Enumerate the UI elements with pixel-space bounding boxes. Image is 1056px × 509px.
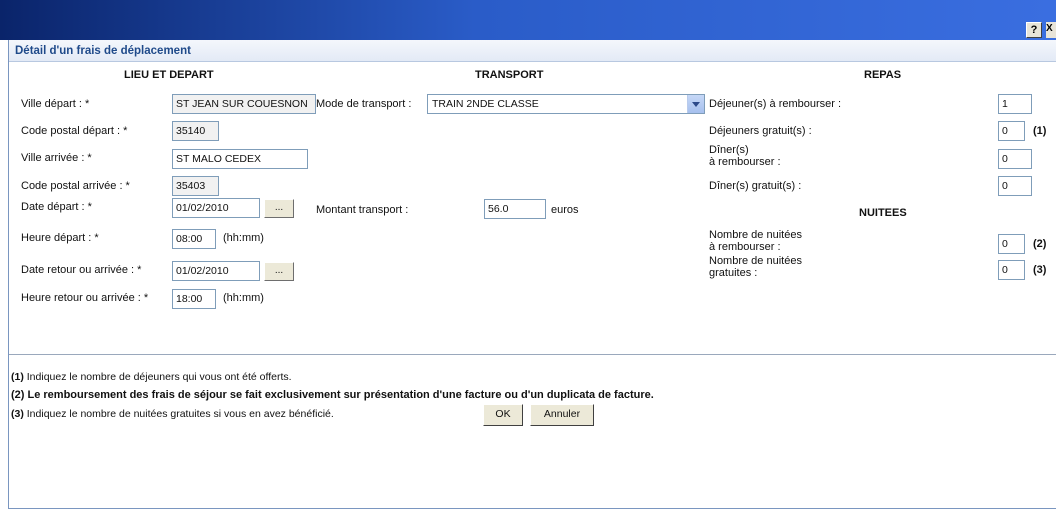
mode-transport-select[interactable]: TRAIN 2NDE CLASSE bbox=[427, 94, 705, 114]
cp-depart-field[interactable]: 35140 bbox=[172, 121, 219, 141]
ok-button[interactable]: OK bbox=[483, 404, 523, 426]
footnote-1: (1) Indiquez le nombre de déjeuners qui … bbox=[11, 371, 292, 383]
nuitees-gratuites-label-1: Nombre de nuitées bbox=[709, 255, 802, 267]
diner-rembourser-label-1: Dîner(s) bbox=[709, 144, 749, 156]
nuitees-gratuites-field[interactable]: 0 bbox=[998, 260, 1025, 280]
dej-gratuits-label: Déjeuners gratuit(s) : bbox=[709, 125, 812, 137]
ville-depart-label: Ville départ : * bbox=[21, 98, 90, 110]
diner-rembourser-field[interactable]: 0 bbox=[998, 149, 1032, 169]
ville-arrivee-field[interactable]: ST MALO CEDEX bbox=[172, 149, 308, 169]
main-form: LIEU ET DEPART TRANSPORT REPAS Ville dép… bbox=[9, 62, 1056, 384]
footnote-1-text: Indiquez le nombre de déjeuners qui vous… bbox=[23, 371, 292, 383]
expense-detail-panel: Détail d'un frais de déplacement LIEU ET… bbox=[8, 40, 1056, 509]
date-depart-picker-button[interactable]: ... bbox=[264, 199, 294, 218]
nuitees-gratuites-label-2: gratuites : bbox=[709, 267, 758, 279]
montant-transport-label: Montant transport : bbox=[316, 204, 409, 216]
heure-retour-label: Heure retour ou arrivée : * bbox=[21, 292, 149, 304]
diner-rembourser-label-2: à rembourser : bbox=[709, 156, 781, 168]
montant-transport-unit: euros bbox=[551, 204, 579, 216]
section-repas: REPAS bbox=[864, 69, 902, 81]
section-transport: TRANSPORT bbox=[475, 69, 544, 81]
ville-depart-field[interactable]: ST JEAN SUR COUESNON bbox=[172, 94, 316, 114]
montant-transport-field[interactable]: 56.0 bbox=[484, 199, 546, 219]
mode-transport-label: Mode de transport : bbox=[316, 98, 412, 110]
footnote-3-text: Indiquez le nombre de nuitées gratuites … bbox=[23, 408, 334, 420]
diner-gratuits-label: Dîner(s) gratuit(s) : bbox=[709, 180, 802, 192]
section-lieu-depart: LIEU ET DEPART bbox=[124, 69, 214, 81]
nuitees-rembourser-field[interactable]: 0 bbox=[998, 234, 1025, 254]
chevron-down-icon[interactable] bbox=[687, 95, 704, 113]
cancel-button[interactable]: Annuler bbox=[530, 404, 594, 426]
help-icon[interactable]: ? bbox=[1026, 22, 1042, 38]
heure-retour-hint: (hh:mm) bbox=[223, 292, 264, 304]
dej-rembourser-label: Déjeuner(s) à rembourser : bbox=[709, 98, 842, 110]
cp-depart-label: Code postal départ : * bbox=[21, 125, 128, 137]
footnote-3-mark: (3) bbox=[11, 408, 24, 420]
dej-gratuits-field[interactable]: 0 bbox=[998, 121, 1025, 141]
footnote-2: (2) Le remboursement des frais de séjour… bbox=[11, 389, 654, 401]
window-titlebar: ? X bbox=[0, 0, 1056, 40]
date-retour-field[interactable]: 01/02/2010 bbox=[172, 261, 260, 281]
footnote-1-mark: (1) bbox=[11, 371, 24, 383]
mode-transport-value: TRAIN 2NDE CLASSE bbox=[432, 98, 539, 110]
panel-title: Détail d'un frais de déplacement bbox=[9, 40, 1056, 62]
cp-arrivee-field[interactable]: 35403 bbox=[172, 176, 219, 196]
diner-gratuits-field[interactable]: 0 bbox=[998, 176, 1032, 196]
dej-rembourser-field[interactable]: 1 bbox=[998, 94, 1032, 114]
date-depart-field[interactable]: 01/02/2010 bbox=[172, 198, 260, 218]
ville-arrivee-label: Ville arrivée : * bbox=[21, 152, 92, 164]
section-nuitees: NUITEES bbox=[859, 207, 907, 219]
nuitees-rembourser-label-1: Nombre de nuitées bbox=[709, 229, 802, 241]
heure-depart-label: Heure départ : * bbox=[21, 232, 99, 244]
footnote-3: (3) Indiquez le nombre de nuitées gratui… bbox=[11, 408, 334, 420]
date-retour-label: Date retour ou arrivée : * bbox=[21, 264, 142, 276]
date-retour-picker-button[interactable]: ... bbox=[264, 262, 294, 281]
heure-retour-field[interactable]: 18:00 bbox=[172, 289, 216, 309]
heure-depart-hint: (hh:mm) bbox=[223, 232, 264, 244]
close-icon[interactable]: X bbox=[1046, 22, 1056, 38]
nuitees-gratuites-note-ref: (3) bbox=[1033, 264, 1047, 276]
nuitees-rembourser-label-2: à rembourser : bbox=[709, 241, 781, 253]
heure-depart-field[interactable]: 08:00 bbox=[172, 229, 216, 249]
dej-gratuits-note-ref: (1) bbox=[1033, 125, 1047, 137]
nuitees-rembourser-note-ref: (2) bbox=[1033, 238, 1047, 250]
cp-arrivee-label: Code postal arrivée : * bbox=[21, 180, 130, 192]
date-depart-label: Date départ : * bbox=[21, 201, 92, 213]
